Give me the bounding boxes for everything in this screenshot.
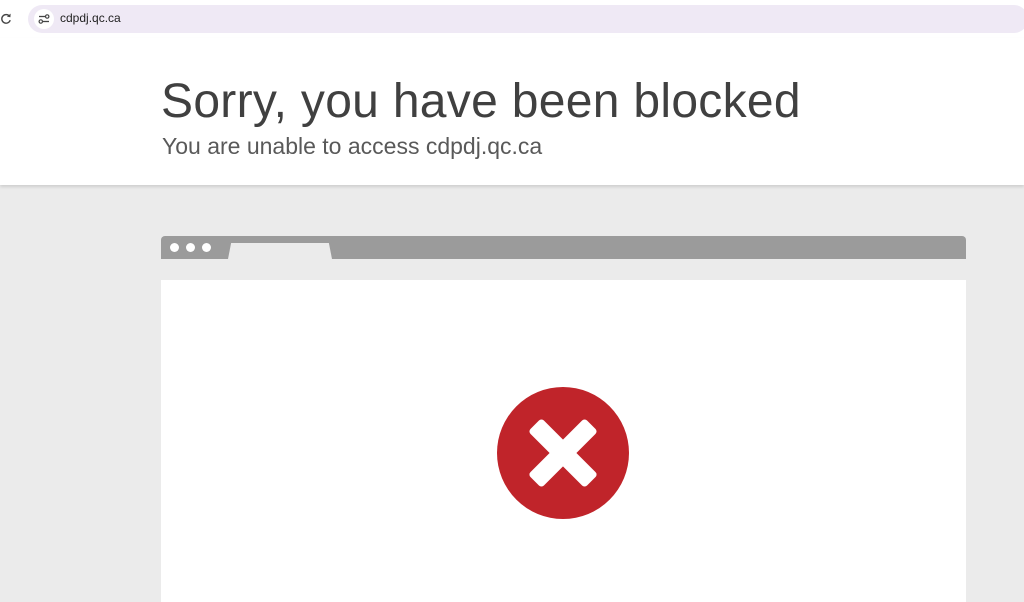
reload-icon[interactable] (0, 11, 12, 27)
block-header: Sorry, you have been blocked You are una… (0, 38, 1024, 185)
browser-address-bar: cdpdj.qc.ca (0, 0, 1024, 38)
site-info-icon[interactable] (34, 9, 54, 29)
error-x-icon (496, 386, 630, 520)
url-field[interactable]: cdpdj.qc.ca (28, 5, 1024, 33)
illustration-titlebar (161, 236, 966, 259)
url-text: cdpdj.qc.ca (60, 11, 121, 25)
window-dot-icon (170, 243, 179, 252)
illustration-content (161, 280, 966, 602)
page-title: Sorry, you have been blocked (161, 75, 801, 128)
window-dot-icon (202, 243, 211, 252)
illustration-tab (228, 243, 332, 259)
page-subtitle: You are unable to access cdpdj.qc.ca (162, 133, 543, 159)
window-dot-icon (186, 243, 195, 252)
illustration-gap (161, 259, 966, 280)
browser-illustration (161, 236, 966, 602)
